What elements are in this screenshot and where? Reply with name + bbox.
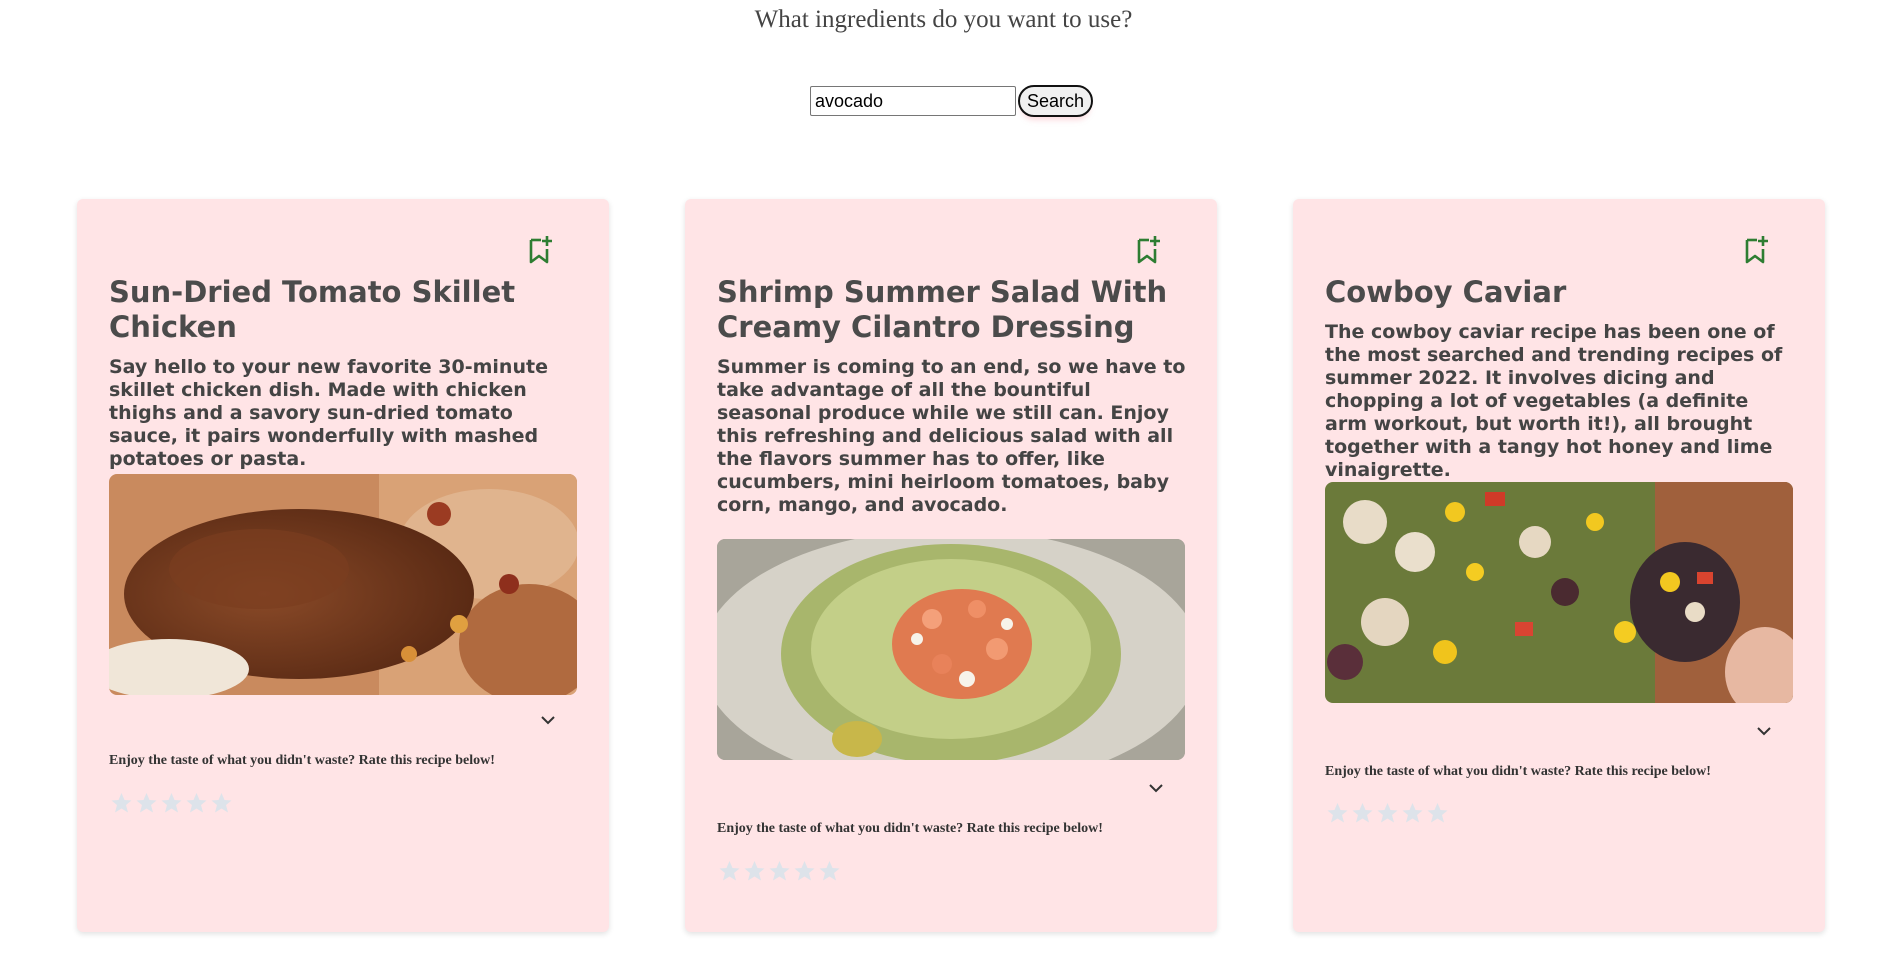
rate-prompt: Enjoy the taste of what you didn't waste… (717, 821, 1103, 836)
star-icon[interactable] (109, 791, 134, 815)
star-icon[interactable] (134, 791, 159, 815)
chevron-down-icon[interactable] (1755, 725, 1773, 737)
star-icon[interactable] (717, 859, 742, 883)
recipe-description: Summer is coming to an end, so we have t… (717, 356, 1186, 516)
star-rating[interactable] (1325, 801, 1450, 825)
recipe-title: Sun-Dried Tomato Skillet Chicken (109, 275, 516, 344)
star-icon[interactable] (209, 791, 234, 815)
star-rating[interactable] (717, 859, 842, 883)
rate-prompt: Enjoy the taste of what you didn't waste… (1325, 764, 1711, 779)
star-icon[interactable] (1425, 801, 1450, 825)
search-button[interactable]: Search (1018, 85, 1094, 117)
star-icon[interactable] (184, 791, 209, 815)
rate-prompt: Enjoy the taste of what you didn't waste… (109, 753, 495, 768)
star-icon[interactable] (792, 859, 817, 883)
search-bar: Search (810, 85, 1094, 117)
recipe-title: Cowboy Caviar (1325, 275, 1567, 309)
recipe-card: Cowboy Caviar The cowboy caviar recipe h… (1293, 199, 1825, 932)
chevron-down-icon[interactable] (539, 714, 557, 726)
recipe-card: Sun-Dried Tomato Skillet Chicken Say hel… (77, 199, 609, 932)
star-icon[interactable] (1350, 801, 1375, 825)
chevron-down-icon[interactable] (1147, 782, 1165, 794)
search-prompt: What ingredients do you want to use? (754, 6, 1133, 33)
recipe-description: The cowboy caviar recipe has been one of… (1325, 321, 1783, 481)
star-icon[interactable] (1375, 801, 1400, 825)
recipe-card: Shrimp Summer Salad With Creamy Cilantro… (685, 199, 1217, 932)
ingredient-search-input[interactable] (810, 86, 1016, 116)
star-rating[interactable] (109, 791, 234, 815)
star-icon[interactable] (817, 859, 842, 883)
star-icon[interactable] (1400, 801, 1425, 825)
star-icon[interactable] (767, 859, 792, 883)
recipe-title: Shrimp Summer Salad With Creamy Cilantro… (717, 275, 1168, 344)
bookmark-plus-icon[interactable] (1136, 235, 1162, 265)
star-icon[interactable] (1325, 801, 1350, 825)
recipe-photo (717, 539, 1185, 760)
recipe-description: Say hello to your new favorite 30-minute… (109, 356, 548, 470)
bookmark-plus-icon[interactable] (528, 235, 554, 265)
recipe-photo (109, 474, 577, 695)
star-icon[interactable] (159, 791, 184, 815)
recipe-photo (1325, 482, 1793, 703)
star-icon[interactable] (742, 859, 767, 883)
bookmark-plus-icon[interactable] (1744, 235, 1770, 265)
